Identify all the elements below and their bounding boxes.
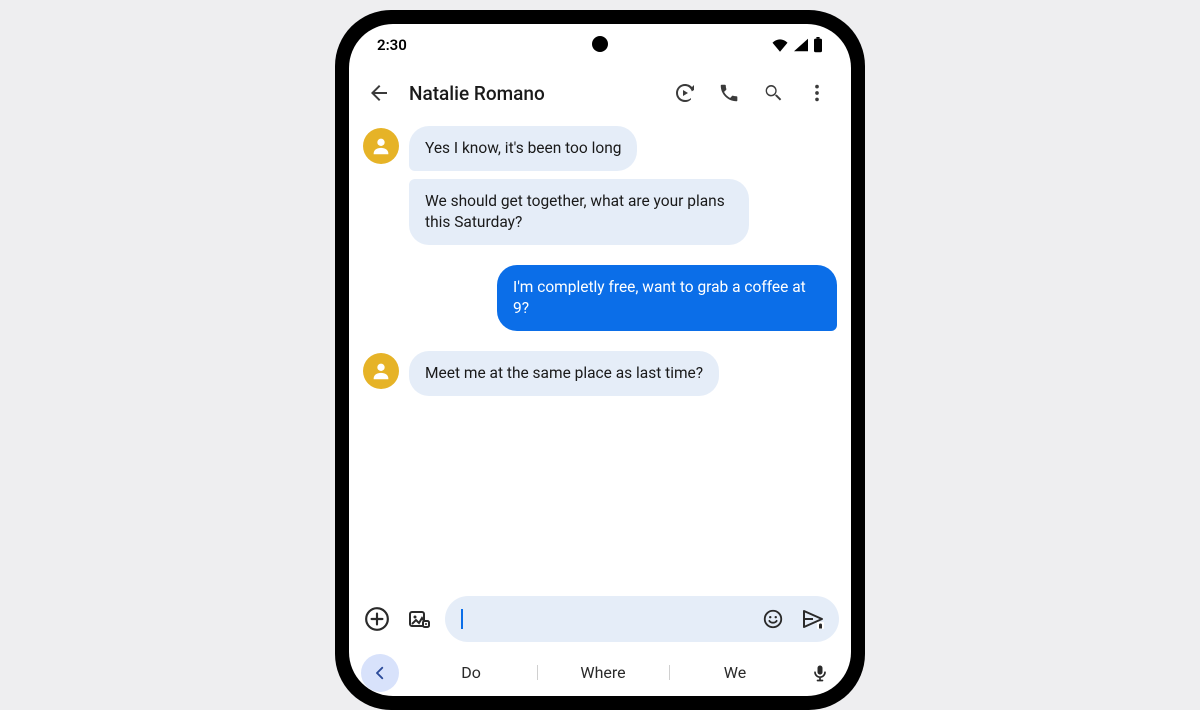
message-row: We should get together, what are your pl… — [363, 179, 837, 245]
microphone-icon — [810, 663, 830, 683]
wifi-icon — [771, 38, 789, 52]
contact-avatar[interactable] — [363, 353, 399, 389]
message-row: Yes I know, it's been too long — [363, 126, 837, 171]
suggestion-item[interactable]: We — [669, 663, 801, 682]
compose-bar — [349, 588, 851, 648]
message-input[interactable] — [445, 596, 839, 642]
incoming-message-bubble[interactable]: Yes I know, it's been too long — [409, 126, 637, 171]
more-options-button[interactable] — [797, 73, 837, 113]
phone-screen: 2:30 Natalie Romano — [349, 24, 851, 696]
voice-typing-button[interactable] — [801, 654, 839, 692]
message-list[interactable]: Yes I know, it's been too long We should… — [349, 120, 851, 588]
conversation-app-bar: Natalie Romano — [349, 66, 851, 120]
person-icon — [370, 360, 392, 382]
voice-call-button[interactable] — [709, 73, 749, 113]
suggestion-item[interactable]: Where — [537, 663, 669, 682]
chevron-left-icon — [371, 664, 389, 682]
suggestion-item[interactable]: Do — [405, 663, 537, 682]
add-attachment-button[interactable] — [361, 603, 393, 635]
video-call-button[interactable] — [665, 73, 705, 113]
battery-icon — [813, 37, 823, 53]
emoji-button[interactable] — [757, 603, 789, 635]
incoming-message-bubble[interactable]: We should get together, what are your pl… — [409, 179, 749, 245]
contact-name[interactable]: Natalie Romano — [409, 82, 661, 105]
signal-icon — [793, 38, 809, 52]
message-row: Meet me at the same place as last time? — [363, 351, 837, 396]
incoming-message-bubble[interactable]: Meet me at the same place as last time? — [409, 351, 719, 396]
gallery-button[interactable] — [403, 603, 435, 635]
phone-frame: 2:30 Natalie Romano — [335, 10, 865, 710]
message-row: I'm completly free, want to grab a coffe… — [363, 265, 837, 331]
camera-dot — [592, 36, 608, 52]
person-icon — [370, 135, 392, 157]
send-button[interactable] — [797, 603, 829, 635]
text-cursor — [461, 609, 463, 629]
back-button[interactable] — [359, 73, 399, 113]
contact-avatar[interactable] — [363, 128, 399, 164]
suggestion-back-button[interactable] — [361, 654, 399, 692]
outgoing-message-bubble[interactable]: I'm completly free, want to grab a coffe… — [497, 265, 837, 331]
keyboard-suggestion-bar: Do Where We — [349, 648, 851, 696]
status-time: 2:30 — [377, 36, 407, 54]
search-button[interactable] — [753, 73, 793, 113]
